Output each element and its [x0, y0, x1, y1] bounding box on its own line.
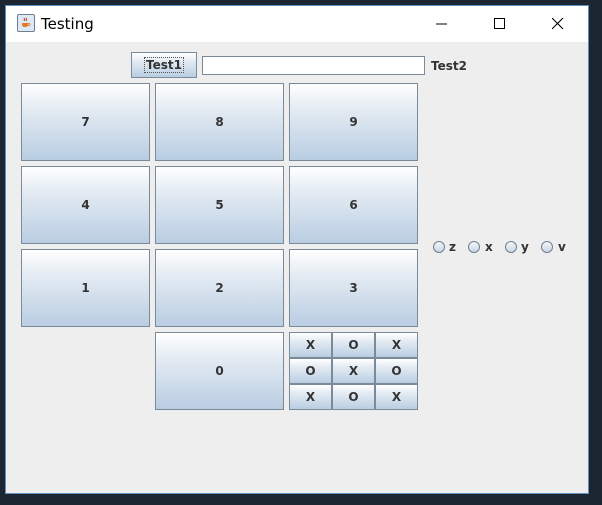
close-icon	[552, 18, 564, 30]
key-8-button[interactable]: 8	[155, 83, 284, 161]
java-cup-icon	[17, 14, 35, 32]
title-bar: Testing	[6, 6, 588, 42]
content-panel: Test1 Test2 7 8 9 4 5 6 1 2 3 0 X O X O …	[6, 42, 588, 493]
ttt-cell[interactable]: O	[332, 384, 375, 410]
test2-label: Test2	[431, 59, 467, 73]
ttt-cell[interactable]: X	[289, 384, 332, 410]
ttt-cell[interactable]: X	[375, 332, 418, 358]
key-1-button[interactable]: 1	[21, 249, 150, 327]
ttt-cell[interactable]: O	[375, 358, 418, 384]
radio-y-label: y	[521, 240, 529, 254]
key-4-button[interactable]: 4	[21, 166, 150, 244]
ttt-cell[interactable]: X	[289, 332, 332, 358]
key-7-button[interactable]: 7	[21, 83, 150, 161]
test1-label: Test1	[144, 57, 184, 73]
radio-y[interactable]	[505, 241, 517, 253]
key-5-button[interactable]: 5	[155, 166, 284, 244]
ttt-cell[interactable]: O	[332, 332, 375, 358]
radio-v[interactable]	[541, 241, 553, 253]
maximize-icon	[494, 18, 505, 29]
radio-v-label: v	[558, 240, 566, 254]
key-2-button[interactable]: 2	[155, 249, 284, 327]
maximize-button[interactable]	[477, 6, 523, 42]
test1-button[interactable]: Test1	[131, 52, 197, 78]
ttt-cell[interactable]: X	[332, 358, 375, 384]
key-9-button[interactable]: 9	[289, 83, 418, 161]
key-6-button[interactable]: 6	[289, 166, 418, 244]
close-button[interactable]	[535, 6, 581, 42]
radio-z-label: z	[449, 240, 456, 254]
text-input[interactable]	[202, 56, 425, 75]
radio-z[interactable]	[433, 241, 445, 253]
radio-x-label: x	[485, 240, 493, 254]
app-window: Testing Test1 Test2 7 8 9 4 5 6 1 2 3 0 …	[5, 5, 589, 494]
ttt-cell[interactable]: X	[375, 384, 418, 410]
minimize-button[interactable]	[419, 6, 465, 42]
key-3-button[interactable]: 3	[289, 249, 418, 327]
radio-x[interactable]	[468, 241, 480, 253]
minimize-icon	[436, 23, 447, 25]
ttt-cell[interactable]: O	[289, 358, 332, 384]
key-0-button[interactable]: 0	[155, 332, 284, 410]
window-title: Testing	[41, 15, 94, 33]
